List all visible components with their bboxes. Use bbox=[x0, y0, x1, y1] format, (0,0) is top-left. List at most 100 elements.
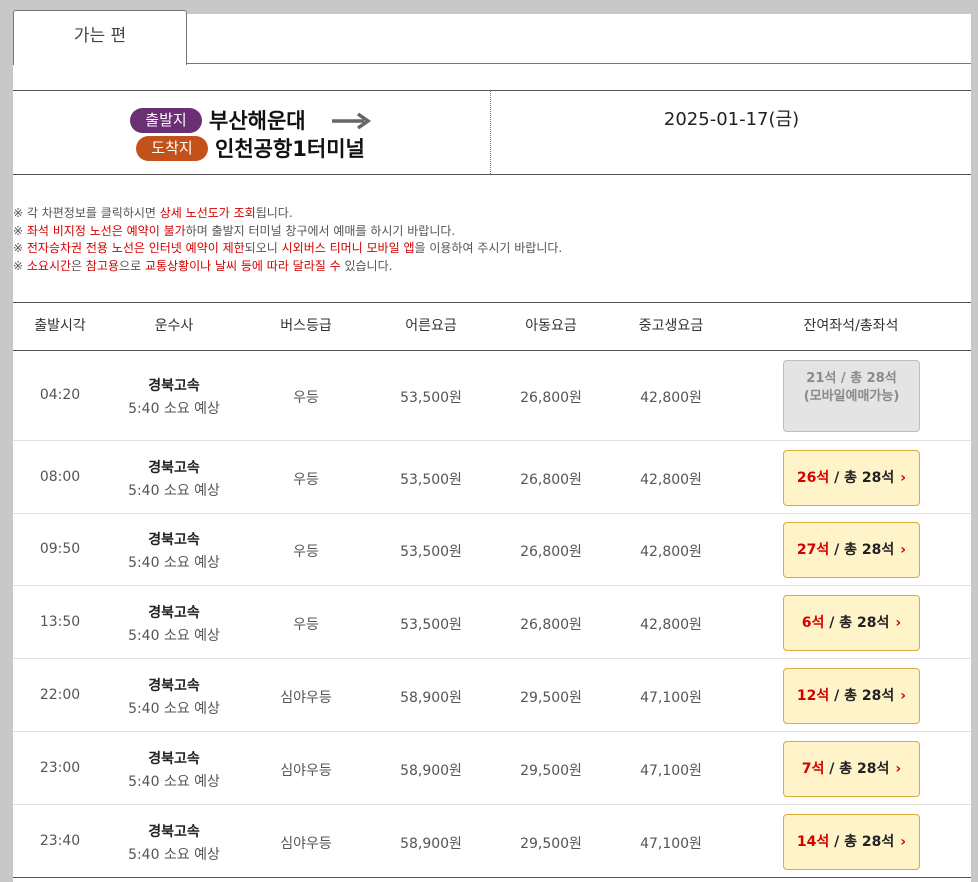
departure-time: 04:20 bbox=[39, 387, 81, 403]
notice-text: ※ bbox=[13, 258, 27, 273]
seat-select-button[interactable]: 14석 / 총 28석 › bbox=[783, 813, 920, 870]
mobile-booking-note: (모바일예매가능) bbox=[803, 389, 900, 404]
company-cell: 경북고속 5:40 소요 예상 bbox=[107, 821, 241, 864]
notice-text: 을 이용하여 주시기 바랍니다. bbox=[414, 241, 563, 255]
departure-time: 08:00 bbox=[39, 468, 81, 485]
arrival-place: 인천공항1터미널 bbox=[215, 137, 365, 161]
chevron-right-icon: › bbox=[900, 833, 907, 850]
bus-grade: 우등 bbox=[293, 471, 319, 488]
child-fare: 26,800원 bbox=[520, 616, 582, 633]
notice-text: ※ bbox=[13, 241, 27, 255]
notice-highlight: 교통상황이나 날씨 등에 따라 달라질 수 bbox=[144, 258, 341, 273]
table-row[interactable]: 13:50 경북고속 5:40 소요 예상 우등 53,500원 26,800원 42,80… bbox=[13, 586, 971, 659]
notice-highlight: 시외버스 티머니 모바일 앱 bbox=[281, 241, 415, 255]
seat-select-button[interactable]: 21석 / 총 28석 (모바일예매가능) bbox=[783, 360, 920, 432]
company-cell: 경북고속 5:40 소요 예상 bbox=[107, 675, 241, 718]
table-row[interactable]: 09:50 경북고속 5:40 소요 예상 우등 53,500원 26,800원 42,80… bbox=[13, 514, 971, 586]
chevron-right-icon: › bbox=[900, 469, 907, 486]
seat-select-button[interactable]: 7석 / 총 28석 › bbox=[783, 740, 920, 797]
child-fare: 29,500원 bbox=[520, 689, 582, 706]
company-name: 경북고속 bbox=[148, 532, 200, 548]
departure-time: 22:00 bbox=[39, 686, 81, 703]
company-cell: 경북고속 5:40 소요 예상 bbox=[107, 375, 241, 418]
notice-text: 있습니다. bbox=[340, 258, 393, 273]
chevron-right-icon: › bbox=[895, 614, 902, 631]
route-summary: 출발지 부산해운대 도착지 인천공항1터미널 2025-01-17(금) bbox=[13, 90, 971, 175]
adult-fare: 53,500원 bbox=[400, 390, 462, 406]
header-seats: 잔여좌석/총좌석 bbox=[803, 318, 899, 334]
table-row[interactable]: 23:40 경북고속 5:40 소요 예상 심야우등 58,900원 29,500원 47,… bbox=[13, 805, 971, 878]
notice-text: 은 bbox=[71, 258, 86, 273]
notice-highlight: 참고용 bbox=[85, 258, 120, 273]
remaining-seats: 7석 bbox=[801, 760, 825, 777]
child-fare: 26,800원 bbox=[520, 471, 582, 488]
total-seats: / 총 28석 bbox=[834, 687, 895, 704]
adult-fare: 58,900원 bbox=[400, 835, 462, 852]
table-row[interactable]: 23:00 경북고속 5:40 소요 예상 심야우등 58,900원 29,500원 47,… bbox=[13, 732, 971, 805]
travel-duration: 5:40 소요 예상 bbox=[128, 401, 220, 417]
travel-duration: 5:40 소요 예상 bbox=[128, 555, 220, 571]
company-name: 경북고속 bbox=[148, 823, 200, 840]
remaining-seats: 14석 bbox=[796, 833, 830, 850]
notice-item: ※ 좌석 비지정 노선은 예약이 불가하며 출발지 터미널 창구에서 예매를 하… bbox=[13, 223, 971, 241]
company-name: 경북고속 bbox=[148, 378, 200, 394]
bus-grade: 우등 bbox=[293, 544, 319, 560]
adult-fare: 58,900원 bbox=[400, 689, 462, 706]
table-header: 출발시각 운수사 버스등급 어른요금 아동요금 중고생요금 잔여좌석/총좌석 bbox=[13, 302, 971, 351]
youth-fare: 47,100원 bbox=[640, 762, 702, 779]
chevron-right-icon: › bbox=[895, 760, 902, 777]
adult-fare: 58,900원 bbox=[400, 762, 462, 779]
seat-select-button[interactable]: 6석 / 총 28석 › bbox=[783, 594, 920, 651]
seat-select-button[interactable]: 26석 / 총 28석 › bbox=[783, 449, 920, 506]
departure-time: 09:50 bbox=[39, 541, 81, 557]
notice-text: ※ 각 차편정보를 클릭하시면 bbox=[13, 206, 160, 220]
adult-fare: 53,500원 bbox=[400, 544, 462, 560]
notice-highlight: 상세 노선도가 조회 bbox=[159, 206, 256, 220]
youth-fare: 47,100원 bbox=[640, 689, 702, 706]
travel-duration: 5:40 소요 예상 bbox=[128, 482, 220, 499]
travel-duration: 5:40 소요 예상 bbox=[128, 700, 220, 717]
bus-grade: 심야우등 bbox=[280, 835, 332, 852]
seat-select-button[interactable]: 27석 / 총 28석 › bbox=[783, 522, 920, 578]
notice-list: ※ 각 차편정보를 클릭하시면 상세 노선도가 조회됩니다. ※ 좌석 비지정 노… bbox=[13, 205, 971, 275]
chevron-right-icon: › bbox=[900, 687, 907, 704]
header-youth-fare: 중고생요금 bbox=[638, 318, 704, 334]
company-cell: 경북고속 5:40 소요 예상 bbox=[107, 529, 241, 572]
table-row[interactable]: 04:20 경북고속 5:40 소요 예상 우등 53,500원 26,800원 42,80… bbox=[13, 351, 971, 441]
company-name: 경북고속 bbox=[148, 750, 200, 767]
departure-badge: 출발지 bbox=[130, 108, 202, 133]
departure-time: 13:50 bbox=[39, 613, 81, 630]
notice-item: ※ 소요시간은 참고용으로 교통상황이나 날씨 등에 따라 달라질 수 있습니다… bbox=[13, 258, 971, 276]
departure-time: 23:00 bbox=[39, 759, 81, 776]
chevron-right-icon: › bbox=[900, 542, 907, 558]
company-cell: 경북고속 5:40 소요 예상 bbox=[107, 602, 241, 645]
remaining-seats: 26석 bbox=[796, 469, 830, 486]
table-row[interactable]: 08:00 경북고속 5:40 소요 예상 우등 53,500원 26,800원 42,80… bbox=[13, 441, 971, 514]
adult-fare: 53,500원 bbox=[400, 471, 462, 488]
notice-highlight: 전자승차권 전용 노선은 인터넷 예약이 제한 bbox=[26, 241, 245, 255]
adult-fare: 53,500원 bbox=[400, 616, 462, 633]
seat-select-button[interactable]: 12석 / 총 28석 › bbox=[783, 667, 920, 724]
bus-grade: 우등 bbox=[293, 616, 319, 633]
company-cell: 경북고속 5:40 소요 예상 bbox=[107, 457, 241, 500]
youth-fare: 42,800원 bbox=[640, 390, 702, 406]
table-row[interactable]: 22:00 경북고속 5:40 소요 예상 심야우등 58,900원 29,500원 47,… bbox=[13, 659, 971, 732]
tab-outbound[interactable]: 가는 편 bbox=[13, 10, 187, 65]
child-fare: 29,500원 bbox=[520, 762, 582, 779]
total-seats: / 총 28석 bbox=[834, 469, 895, 486]
total-seats: / 총 28석 bbox=[829, 760, 890, 777]
seat-count-line: 21석 / 총 28석 bbox=[784, 370, 919, 388]
remaining-seats: 27석 bbox=[796, 542, 830, 558]
youth-fare: 42,800원 bbox=[640, 544, 702, 560]
header-bus-grade: 버스등급 bbox=[280, 318, 332, 334]
total-seats: / 총 28석 bbox=[840, 371, 897, 386]
departure-place: 부산해운대 bbox=[209, 109, 306, 133]
notice-text: ※ bbox=[13, 223, 27, 238]
notice-item: ※ 각 차편정보를 클릭하시면 상세 노선도가 조회됩니다. bbox=[13, 205, 971, 223]
header-departure-time: 출발시각 bbox=[34, 318, 86, 334]
youth-fare: 47,100원 bbox=[640, 835, 702, 852]
notice-highlight: 소요시간 bbox=[26, 258, 72, 273]
child-fare: 26,800원 bbox=[520, 544, 582, 560]
total-seats: / 총 28석 bbox=[834, 833, 895, 850]
travel-duration: 5:40 소요 예상 bbox=[128, 773, 220, 790]
